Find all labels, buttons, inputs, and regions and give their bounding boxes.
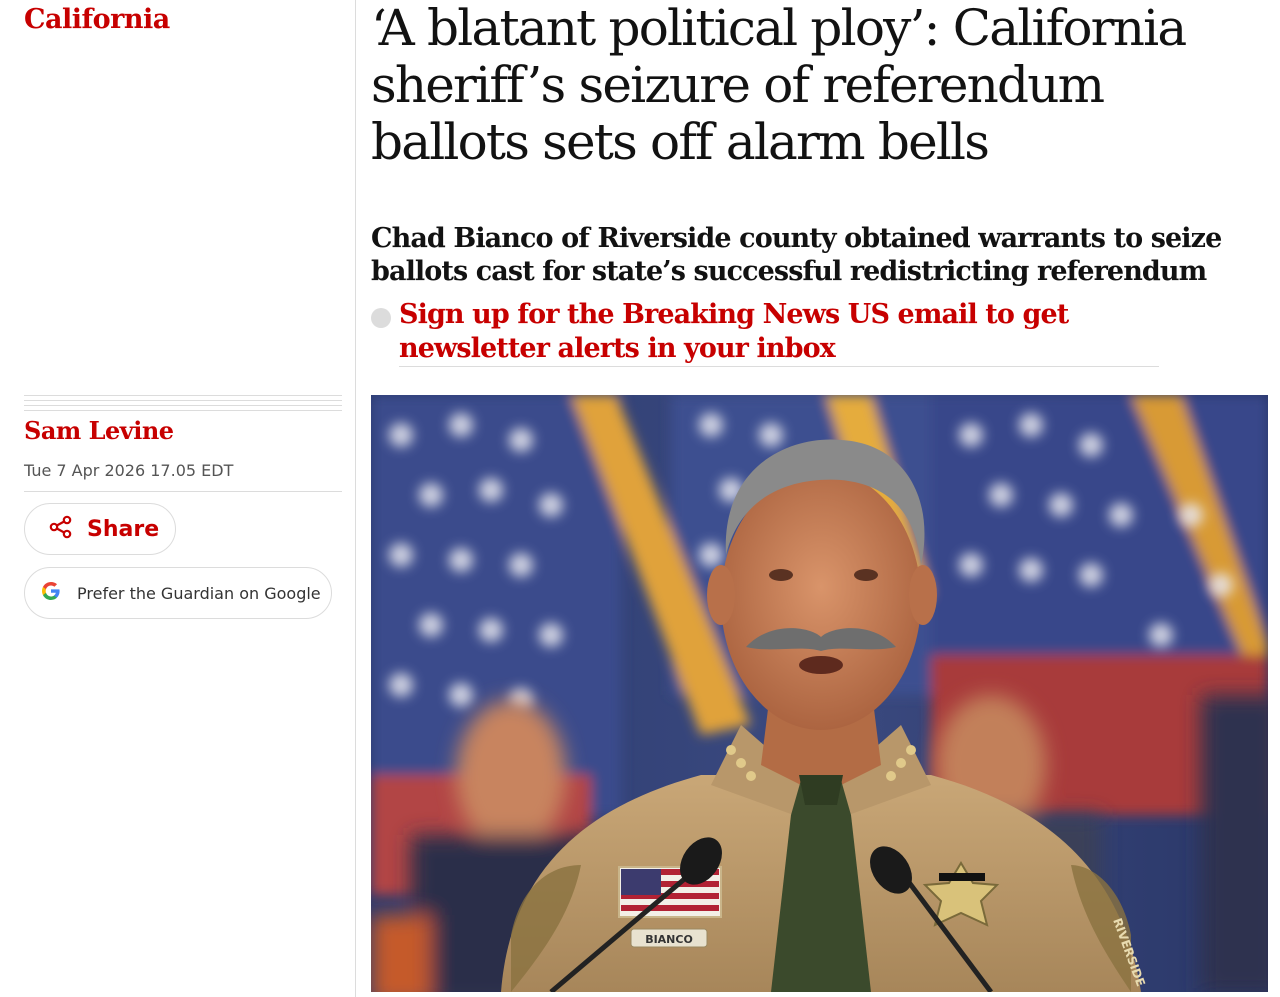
newsletter-link[interactable]: Sign up for the Breaking News US email t… bbox=[399, 298, 1159, 367]
headline: ‘A blatant political ploy’: California s… bbox=[371, 0, 1187, 171]
main-photo: BIANCO RIVERSIDE bbox=[371, 395, 1268, 992]
column-divider bbox=[355, 0, 356, 997]
author-link[interactable]: Sam Levine bbox=[24, 416, 174, 445]
google-icon bbox=[41, 581, 61, 605]
prefer-guardian-google-button[interactable]: Prefer the Guardian on Google bbox=[24, 567, 332, 619]
divider bbox=[24, 491, 342, 492]
share-icon bbox=[47, 513, 75, 545]
publish-date: Tue 7 Apr 2026 17.05 EDT bbox=[24, 461, 234, 480]
left-column: California Sam Levine Tue 7 Apr 2026 17.… bbox=[0, 0, 356, 997]
share-label: Share bbox=[87, 516, 160, 542]
share-button[interactable]: Share bbox=[24, 503, 176, 555]
newsletter-signup: Sign up for the Breaking News US email t… bbox=[371, 298, 1251, 367]
standfirst: Chad Bianco of Riverside county obtained… bbox=[371, 223, 1222, 287]
byline-rules bbox=[24, 395, 342, 415]
name-tag-text: BIANCO bbox=[645, 933, 693, 946]
section-label[interactable]: California bbox=[24, 4, 170, 35]
google-label: Prefer the Guardian on Google bbox=[77, 583, 321, 603]
bullet-icon bbox=[371, 308, 391, 328]
